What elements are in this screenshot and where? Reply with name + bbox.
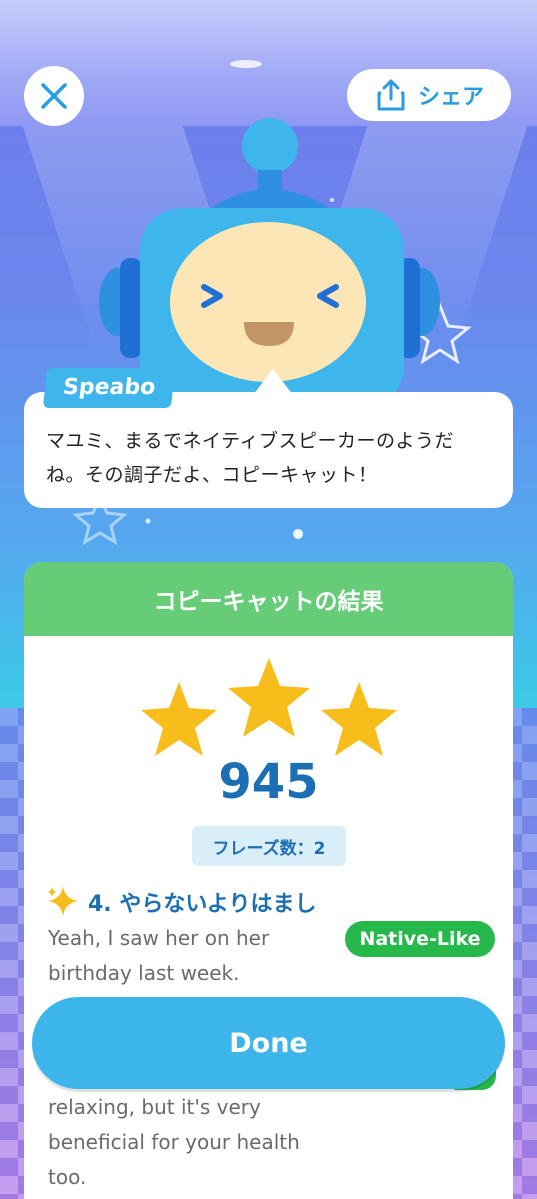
speaker-name-tag: Speabo xyxy=(42,368,176,408)
speabo-robot-avatar xyxy=(99,118,440,408)
native-like-badge: Native-Like xyxy=(345,921,495,957)
result-card: コピーキャットの結果 945 フレーズ数：2 4. やらないよりはまし Nati… xyxy=(24,562,513,1199)
speech-bubble-tail xyxy=(253,369,293,395)
result-title: コピーキャットの結果 xyxy=(24,562,513,636)
speech-line-1: マユミ、まるでネイティブスピーカーのようだ xyxy=(46,430,454,452)
phrase-item-line-2: birthday last week. xyxy=(48,961,240,985)
sparkle-icon xyxy=(48,886,78,916)
phrase-item-line-1: Yeah, I saw her on her xyxy=(48,926,270,950)
phrase-item-2-line-1: relaxing, but it's very xyxy=(48,1095,261,1119)
phrase-count-badge: フレーズ数：2 xyxy=(192,826,346,866)
speech-line-2: ね。その調子だよ、コピーキャット！ xyxy=(46,464,378,486)
star-icon xyxy=(321,682,397,756)
score-value: 945 xyxy=(218,754,319,810)
done-button[interactable]: Done xyxy=(32,997,505,1089)
phrase-item-2-line-3: too. xyxy=(48,1165,87,1189)
star-icon xyxy=(141,682,217,756)
star-icon xyxy=(228,658,310,737)
speech-bubble: マユミ、まるでネイティブスピーカーのようだ ね。その調子だよ、コピーキャット！ xyxy=(24,392,513,508)
phrase-item-title: 4. やらないよりはまし xyxy=(88,892,317,917)
phrase-item-2-line-2: beneficial for your health xyxy=(48,1130,300,1154)
